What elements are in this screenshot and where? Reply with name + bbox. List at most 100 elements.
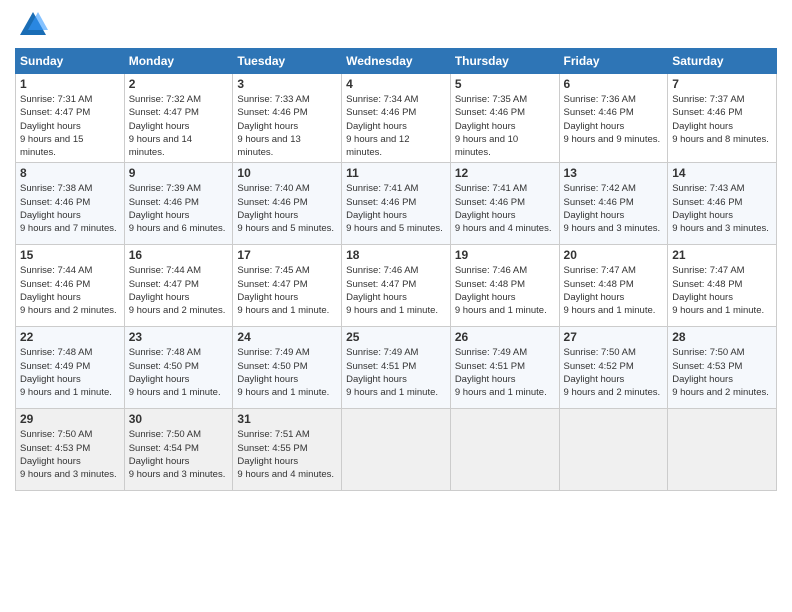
day-info: Sunrise: 7:32 AM Sunset: 4:47 PM Dayligh… [129, 93, 229, 159]
sunrise-value: 7:48 AM [58, 347, 93, 358]
calendar-cell [559, 409, 668, 491]
day-number: 28 [672, 330, 772, 344]
daylight-value: 9 hours and 1 minute. [20, 387, 112, 398]
sunset-label: Sunset: [129, 361, 164, 372]
daylight-value: 9 hours and 7 minutes. [20, 223, 117, 234]
logo [15, 10, 48, 40]
sunrise-label: Sunrise: [237, 429, 275, 440]
sunset-label: Sunset: [129, 443, 164, 454]
page: SundayMondayTuesdayWednesdayThursdayFrid… [0, 0, 792, 612]
daylight-value: 9 hours and 3 minutes. [564, 223, 661, 234]
day-number: 14 [672, 166, 772, 180]
calendar-cell: 31 Sunrise: 7:51 AM Sunset: 4:55 PM Dayl… [233, 409, 342, 491]
calendar-cell: 12 Sunrise: 7:41 AM Sunset: 4:46 PM Dayl… [450, 163, 559, 245]
sunrise-value: 7:32 AM [166, 94, 201, 105]
daylight-label: Daylight hours [129, 456, 190, 467]
sunset-label: Sunset: [346, 197, 381, 208]
daylight-value: 9 hours and 5 minutes. [237, 223, 334, 234]
calendar-cell: 4 Sunrise: 7:34 AM Sunset: 4:46 PM Dayli… [342, 74, 451, 163]
sunrise-value: 7:46 AM [492, 265, 527, 276]
daylight-label: Daylight hours [455, 374, 516, 385]
calendar-cell: 9 Sunrise: 7:39 AM Sunset: 4:46 PM Dayli… [124, 163, 233, 245]
calendar-cell: 24 Sunrise: 7:49 AM Sunset: 4:50 PM Dayl… [233, 327, 342, 409]
sunset-label: Sunset: [237, 361, 272, 372]
sunrise-label: Sunrise: [20, 347, 58, 358]
day-info: Sunrise: 7:43 AM Sunset: 4:46 PM Dayligh… [672, 182, 772, 235]
daylight-label: Daylight hours [564, 292, 625, 303]
col-header-friday: Friday [559, 49, 668, 74]
sunset-label: Sunset: [346, 279, 381, 290]
col-header-saturday: Saturday [668, 49, 777, 74]
day-info: Sunrise: 7:42 AM Sunset: 4:46 PM Dayligh… [564, 182, 664, 235]
sunrise-label: Sunrise: [455, 183, 493, 194]
sunrise-value: 7:47 AM [601, 265, 636, 276]
day-info: Sunrise: 7:47 AM Sunset: 4:48 PM Dayligh… [672, 264, 772, 317]
daylight-value: 9 hours and 15 minutes. [20, 134, 83, 158]
day-info: Sunrise: 7:50 AM Sunset: 4:52 PM Dayligh… [564, 346, 664, 399]
col-header-monday: Monday [124, 49, 233, 74]
day-number: 29 [20, 412, 120, 426]
sunrise-label: Sunrise: [346, 265, 384, 276]
daylight-value: 9 hours and 10 minutes. [455, 134, 518, 158]
calendar-cell: 26 Sunrise: 7:49 AM Sunset: 4:51 PM Dayl… [450, 327, 559, 409]
daylight-value: 9 hours and 9 minutes. [564, 134, 661, 145]
day-info: Sunrise: 7:49 AM Sunset: 4:51 PM Dayligh… [346, 346, 446, 399]
sunset-value: 4:46 PM [272, 107, 307, 118]
sunset-value: 4:46 PM [707, 107, 742, 118]
day-number: 15 [20, 248, 120, 262]
calendar-row-4: 22 Sunrise: 7:48 AM Sunset: 4:49 PM Dayl… [16, 327, 777, 409]
daylight-value: 9 hours and 1 minute. [237, 387, 329, 398]
daylight-value: 9 hours and 3 minutes. [672, 223, 769, 234]
sunset-value: 4:47 PM [272, 279, 307, 290]
day-number: 26 [455, 330, 555, 344]
daylight-value: 9 hours and 3 minutes. [129, 469, 226, 480]
daylight-value: 9 hours and 1 minute. [455, 387, 547, 398]
daylight-value: 9 hours and 1 minute. [564, 305, 656, 316]
daylight-value: 9 hours and 2 minutes. [20, 305, 117, 316]
daylight-value: 9 hours and 1 minute. [455, 305, 547, 316]
daylight-label: Daylight hours [20, 456, 81, 467]
daylight-label: Daylight hours [237, 210, 298, 221]
sunrise-label: Sunrise: [129, 183, 167, 194]
daylight-label: Daylight hours [20, 210, 81, 221]
sunset-label: Sunset: [672, 197, 707, 208]
calendar-cell: 22 Sunrise: 7:48 AM Sunset: 4:49 PM Dayl… [16, 327, 125, 409]
daylight-label: Daylight hours [129, 292, 190, 303]
sunrise-label: Sunrise: [455, 347, 493, 358]
sunset-label: Sunset: [20, 443, 55, 454]
col-header-wednesday: Wednesday [342, 49, 451, 74]
sunset-label: Sunset: [20, 361, 55, 372]
sunrise-value: 7:43 AM [710, 183, 745, 194]
sunrise-label: Sunrise: [129, 265, 167, 276]
day-info: Sunrise: 7:50 AM Sunset: 4:54 PM Dayligh… [129, 428, 229, 481]
sunrise-label: Sunrise: [20, 94, 58, 105]
calendar-row-2: 8 Sunrise: 7:38 AM Sunset: 4:46 PM Dayli… [16, 163, 777, 245]
calendar-cell [450, 409, 559, 491]
day-info: Sunrise: 7:40 AM Sunset: 4:46 PM Dayligh… [237, 182, 337, 235]
day-info: Sunrise: 7:35 AM Sunset: 4:46 PM Dayligh… [455, 93, 555, 159]
sunset-value: 4:53 PM [55, 443, 90, 454]
sunrise-value: 7:49 AM [492, 347, 527, 358]
day-number: 8 [20, 166, 120, 180]
sunset-label: Sunset: [237, 443, 272, 454]
day-number: 10 [237, 166, 337, 180]
calendar-table: SundayMondayTuesdayWednesdayThursdayFrid… [15, 48, 777, 491]
sunrise-value: 7:40 AM [275, 183, 310, 194]
day-number: 18 [346, 248, 446, 262]
daylight-label: Daylight hours [564, 121, 625, 132]
sunrise-label: Sunrise: [346, 94, 384, 105]
daylight-label: Daylight hours [20, 121, 81, 132]
calendar-cell: 1 Sunrise: 7:31 AM Sunset: 4:47 PM Dayli… [16, 74, 125, 163]
sunrise-value: 7:35 AM [492, 94, 527, 105]
daylight-label: Daylight hours [346, 292, 407, 303]
calendar-cell: 17 Sunrise: 7:45 AM Sunset: 4:47 PM Dayl… [233, 245, 342, 327]
day-number: 1 [20, 77, 120, 91]
sunset-value: 4:46 PM [490, 197, 525, 208]
daylight-label: Daylight hours [672, 210, 733, 221]
daylight-label: Daylight hours [564, 374, 625, 385]
day-info: Sunrise: 7:50 AM Sunset: 4:53 PM Dayligh… [20, 428, 120, 481]
sunset-value: 4:46 PM [707, 197, 742, 208]
day-number: 22 [20, 330, 120, 344]
day-info: Sunrise: 7:51 AM Sunset: 4:55 PM Dayligh… [237, 428, 337, 481]
calendar-row-3: 15 Sunrise: 7:44 AM Sunset: 4:46 PM Dayl… [16, 245, 777, 327]
